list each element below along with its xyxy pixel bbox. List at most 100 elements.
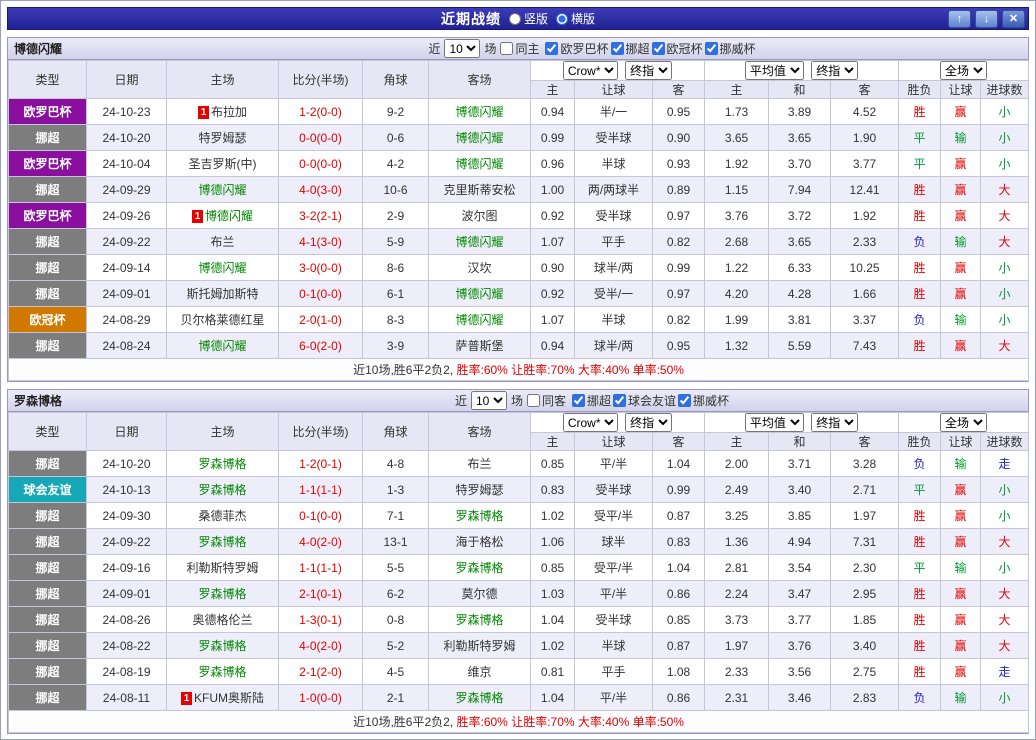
away-team[interactable]: 博德闪耀 <box>428 228 531 255</box>
league-filter-checkbox[interactable] <box>572 393 585 407</box>
league-filter[interactable]: 挪威杯 <box>678 392 729 409</box>
home-team[interactable]: 贝尔格莱德红星 <box>166 306 279 333</box>
home-team[interactable]: 博德闪耀 <box>166 254 279 281</box>
home-team[interactable]: 布兰 <box>166 228 279 255</box>
home-team[interactable]: 博德闪耀 <box>166 332 279 359</box>
away-team[interactable]: 博德闪耀 <box>428 98 531 125</box>
avg-home: 3.25 <box>704 502 770 529</box>
team-section-home: 博德闪耀 近 10 场 同主 欧罗巴杯 挪超 欧冠杯 挪威杯 类型 日期 主场 … <box>7 37 1030 382</box>
away-team[interactable]: 博德闪耀 <box>428 280 531 307</box>
home-team[interactable]: 斯托姆加斯特 <box>166 280 279 307</box>
avg-final-select[interactable]: 终指 <box>811 413 859 432</box>
away-team[interactable]: 海于格松 <box>428 528 531 555</box>
odds-source-select[interactable]: Crow* <box>562 61 618 80</box>
home-team[interactable]: 利勒斯特罗姆 <box>166 554 279 581</box>
away-team[interactable]: 特罗姆瑟 <box>428 476 531 503</box>
away-team[interactable]: 利勒斯特罗姆 <box>428 632 531 659</box>
league-filter-checkbox[interactable] <box>651 41 665 55</box>
same-venue-checkbox[interactable] <box>500 42 514 55</box>
home-team[interactable]: 罗森博格 <box>166 658 279 685</box>
away-team[interactable]: 罗森博格 <box>428 684 531 711</box>
home-team[interactable]: 桑德菲杰 <box>166 502 279 529</box>
home-team[interactable]: 1 KFUM奥斯陆 <box>166 684 279 711</box>
away-team[interactable]: 博德闪耀 <box>428 124 531 151</box>
result-cell: 胜 <box>898 502 942 529</box>
avg-home: 2.00 <box>704 450 770 477</box>
odds-handicap: 球半/两 <box>574 332 653 359</box>
result-cell: 平 <box>898 150 942 177</box>
away-team[interactable]: 罗森博格 <box>428 606 531 633</box>
same-venue-checkbox[interactable] <box>526 394 540 407</box>
away-team[interactable]: 汉坎 <box>428 254 531 281</box>
odds-home: 0.90 <box>530 254 575 281</box>
away-team[interactable]: 罗森博格 <box>428 554 531 581</box>
odds-final-select[interactable]: 终指 <box>625 413 673 432</box>
avg-source-select[interactable]: 平均值 <box>744 61 804 80</box>
layout-radio-horizontal[interactable]: 横版 <box>556 10 595 27</box>
scope-select[interactable]: 全场 <box>940 413 988 432</box>
red-card-mark: 1 <box>191 210 203 223</box>
away-team[interactable]: 波尔图 <box>428 202 531 229</box>
avg-away: 3.37 <box>830 306 900 333</box>
home-team[interactable]: 特罗姆瑟 <box>166 124 279 151</box>
home-team-name: 斯托姆加斯特 <box>186 287 259 301</box>
scroll-up-button[interactable]: ↑ <box>948 10 971 28</box>
league-filter[interactable]: 欧冠杯 <box>651 40 703 57</box>
scope-select[interactable]: 全场 <box>940 61 988 80</box>
league-filter-checkbox[interactable] <box>678 393 692 407</box>
league-filter-checkbox[interactable] <box>545 41 559 55</box>
home-team[interactable]: 罗森博格 <box>166 580 279 607</box>
league-filter-checkbox[interactable] <box>613 393 627 407</box>
league-filter[interactable]: 球会友谊 <box>613 392 676 409</box>
avg-draw: 6.33 <box>768 254 832 281</box>
home-team[interactable]: 圣吉罗斯(中) <box>166 150 279 177</box>
match-date: 24-10-04 <box>86 150 167 177</box>
league-badge: 挪超 <box>8 606 87 633</box>
away-team[interactable]: 博德闪耀 <box>428 150 531 177</box>
away-team[interactable]: 博德闪耀 <box>428 306 531 333</box>
away-team[interactable]: 维京 <box>428 658 531 685</box>
same-venue-filter[interactable]: 同客 <box>526 392 566 409</box>
avg-final-select[interactable]: 终指 <box>811 61 859 80</box>
home-team[interactable]: 罗森博格 <box>166 632 279 659</box>
goals-result-cell: 大 <box>980 332 1030 359</box>
recent-count-select[interactable]: 10 <box>470 391 507 410</box>
away-team[interactable]: 莫尔德 <box>428 580 531 607</box>
away-team-name: 莫尔德 <box>461 587 498 601</box>
league-filter-checkbox[interactable] <box>704 41 718 55</box>
home-team[interactable]: 罗森博格 <box>166 476 279 503</box>
odds-final-select[interactable]: 终指 <box>625 61 673 80</box>
away-team[interactable]: 布兰 <box>428 450 531 477</box>
match-score: 0-1(0-0) <box>278 502 363 529</box>
avg-source-select[interactable]: 平均值 <box>744 413 804 432</box>
home-team[interactable]: 博德闪耀 <box>166 176 279 203</box>
away-team[interactable]: 萨普斯堡 <box>428 332 531 359</box>
home-team-name: 罗森博格 <box>198 587 247 601</box>
league-filter[interactable]: 挪超 <box>610 40 650 57</box>
league-filter[interactable]: 挪威杯 <box>704 40 756 57</box>
horizontal-radio-input[interactable] <box>556 12 568 25</box>
avg-home: 1.15 <box>704 176 770 203</box>
away-team[interactable]: 克里斯蒂安松 <box>428 176 531 203</box>
odds-away: 0.85 <box>651 606 706 633</box>
scroll-down-button[interactable]: ↓ <box>975 10 998 28</box>
home-team[interactable]: 奥德格伦兰 <box>166 606 279 633</box>
league-filter-checkbox[interactable] <box>610 41 624 55</box>
vertical-radio-input[interactable] <box>508 12 521 25</box>
layout-radio-vertical[interactable]: 竖版 <box>508 10 548 27</box>
match-row: 挪超 24-09-01 罗森博格 2-1(0-1) 6-2 莫尔德 1.03 平/半 0.86 2… <box>8 580 1030 607</box>
same-venue-filter[interactable]: 同主 <box>500 40 539 57</box>
avg-draw: 4.28 <box>768 280 832 307</box>
home-team[interactable]: 罗森博格 <box>166 528 279 555</box>
away-team[interactable]: 罗森博格 <box>428 502 531 529</box>
home-team[interactable]: 1 博德闪耀 <box>166 202 279 229</box>
league-filter[interactable]: 欧罗巴杯 <box>545 40 609 57</box>
league-filter[interactable]: 挪超 <box>572 392 611 409</box>
home-team[interactable]: 罗森博格 <box>166 450 279 477</box>
odds-source-select[interactable]: Crow* <box>562 413 618 432</box>
recent-count-select[interactable]: 10 <box>444 39 481 58</box>
close-button[interactable]: ✕ <box>1002 10 1025 28</box>
home-team[interactable]: 1 布拉加 <box>166 98 279 125</box>
odds-away: 0.97 <box>651 202 706 229</box>
result-cell: 胜 <box>898 254 942 281</box>
